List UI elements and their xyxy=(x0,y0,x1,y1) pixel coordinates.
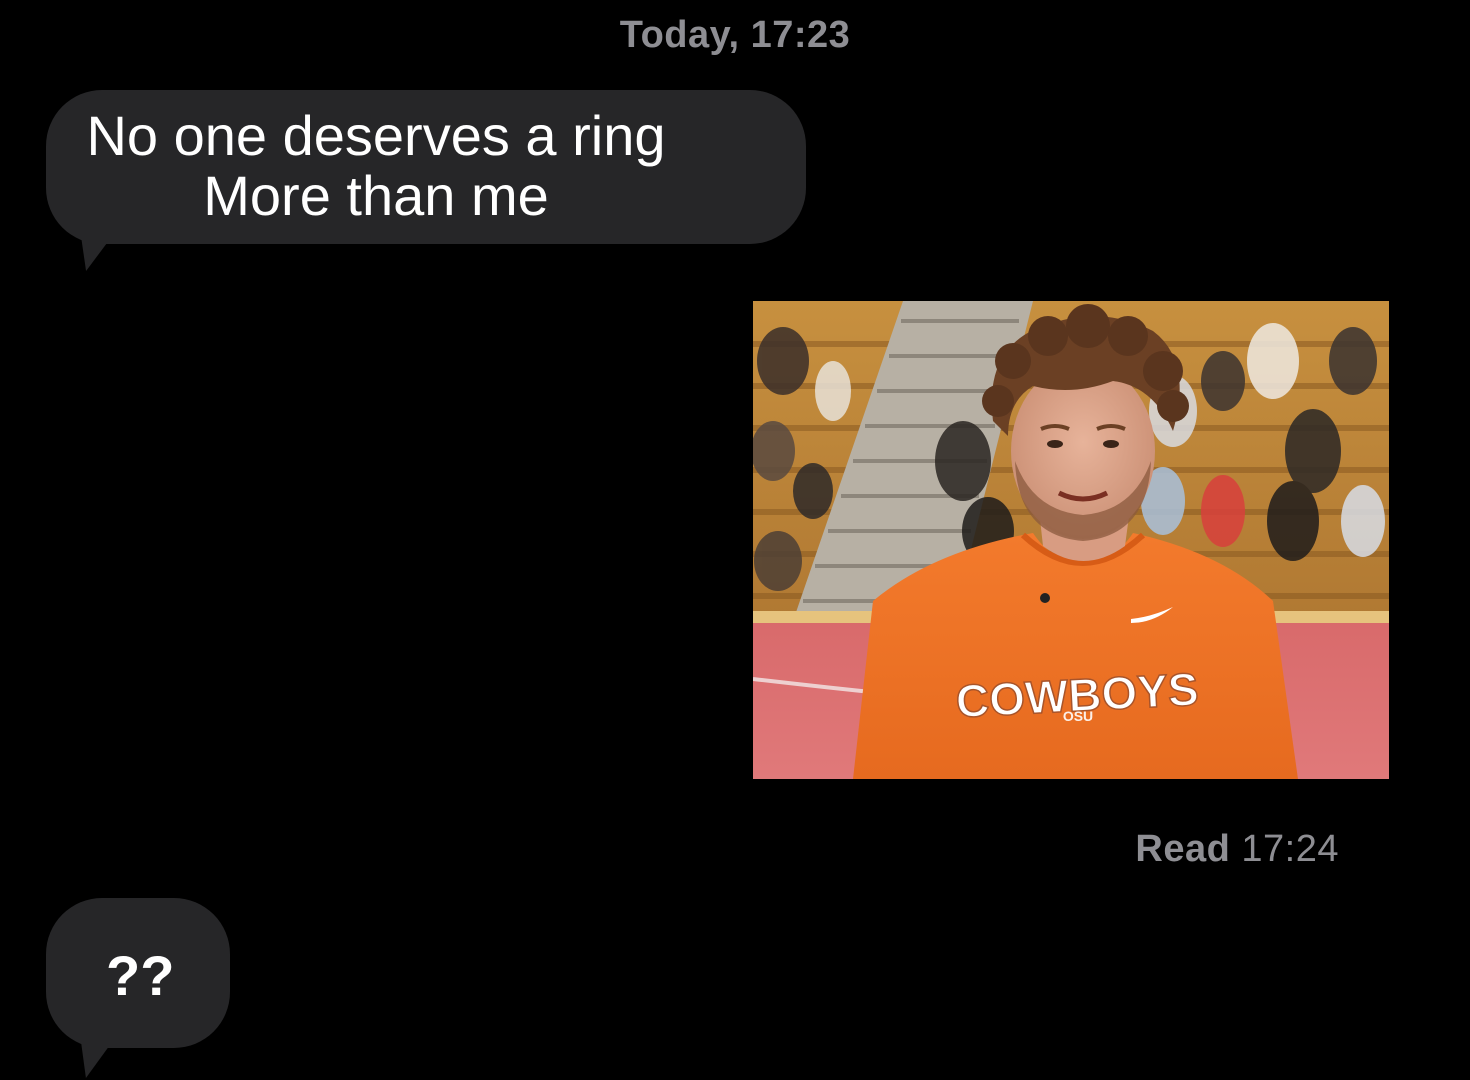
message-text: ?? xyxy=(106,944,175,1007)
shirt-subtext: OSU xyxy=(1063,708,1093,724)
wrestler-photo: COWBOYS OSU xyxy=(753,301,1389,779)
conversation-timestamp: Today, 17:23 xyxy=(619,14,851,56)
read-receipt: Read 17:24 xyxy=(1135,828,1339,871)
incoming-message-bubble[interactable]: ?? xyxy=(46,898,230,1048)
incoming-message-bubble[interactable]: No one deserves a ring More than me xyxy=(46,90,806,244)
message-line: More than me xyxy=(203,164,549,227)
read-time: 17:24 xyxy=(1241,828,1339,870)
message-line: No one deserves a ring xyxy=(86,104,666,167)
outgoing-image-message[interactable]: COWBOYS OSU xyxy=(753,301,1389,779)
read-label: Read xyxy=(1135,828,1231,870)
